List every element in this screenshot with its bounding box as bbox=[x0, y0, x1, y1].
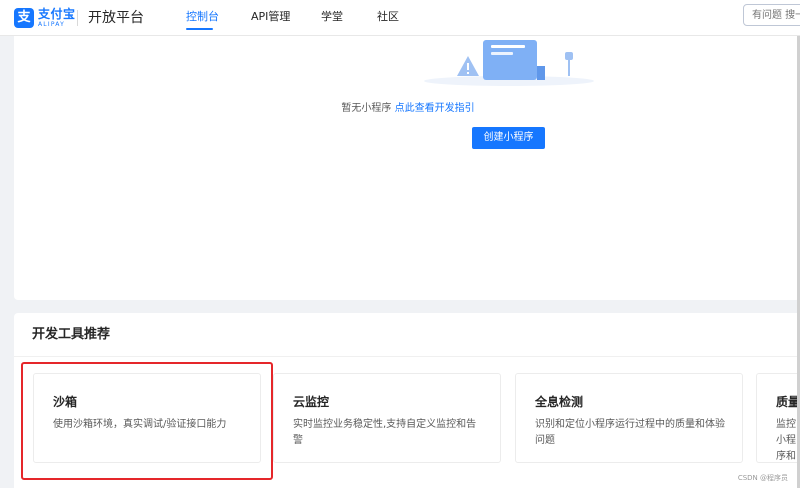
alipay-logo-icon: 支 bbox=[14, 8, 34, 28]
tool-card-quality[interactable]: 质量工 监控小程序和解决 bbox=[756, 373, 800, 463]
dev-tools-section: 开发工具推荐 沙箱 使用沙箱环境，真实调试/验证接口能力 云监控 实时监控业务稳… bbox=[14, 313, 800, 488]
empty-state-message: 暂无小程序 点此查看开发指引 bbox=[14, 101, 800, 117]
dev-guide-link[interactable]: 点此查看开发指引 bbox=[395, 103, 475, 114]
create-mini-program-button[interactable]: 创建小程序 bbox=[472, 127, 545, 149]
tool-card-name: 云监控 bbox=[293, 395, 330, 409]
active-tab-indicator bbox=[186, 28, 213, 30]
top-header: 支 支付宝 ALIPAY 开放平台 控制台 API管理 学堂 社区 bbox=[0, 0, 800, 36]
header-divider bbox=[77, 10, 78, 26]
tool-card-holographic-detect[interactable]: 全息检测 识别和定位小程序运行过程中的质量和体验问题 bbox=[515, 373, 743, 463]
tool-card-desc: 识别和定位小程序运行过程中的质量和体验问题 bbox=[535, 419, 725, 446]
empty-document-warning-illustration bbox=[424, 40, 594, 86]
nav-community[interactable]: 社区 bbox=[377, 9, 399, 25]
search-input[interactable] bbox=[743, 4, 800, 26]
nav-console[interactable]: 控制台 bbox=[186, 9, 219, 25]
logo-text-en: ALIPAY bbox=[38, 21, 65, 28]
tool-card-sandbox[interactable]: 沙箱 使用沙箱环境，真实调试/验证接口能力 bbox=[33, 373, 261, 463]
section-divider bbox=[14, 356, 800, 357]
tool-card-name: 全息检测 bbox=[535, 395, 584, 409]
logo-text-cn: 支付宝 bbox=[38, 7, 76, 21]
nav-api-management[interactable]: API管理 bbox=[251, 9, 290, 25]
alipay-logo[interactable]: 支 支付宝 ALIPAY bbox=[14, 5, 76, 31]
csdn-watermark: CSDN @程序员 bbox=[737, 474, 788, 482]
dev-tools-title: 开发工具推荐 bbox=[32, 327, 111, 342]
tool-card-cloud-monitor[interactable]: 云监控 实时监控业务稳定性,支持自定义监控和告警 bbox=[273, 373, 501, 463]
empty-state-text: 暂无小程序 bbox=[341, 103, 392, 114]
alipay-logo-words: 支付宝 ALIPAY bbox=[38, 7, 76, 29]
nav-academy[interactable]: 学堂 bbox=[321, 9, 343, 25]
tool-card-desc: 实时监控业务稳定性,支持自定义监控和告警 bbox=[293, 419, 477, 446]
tool-card-name: 沙箱 bbox=[53, 395, 78, 409]
mini-program-empty-card: 暂无小程序 点此查看开发指引 创建小程序 bbox=[14, 36, 800, 300]
tool-card-desc: 使用沙箱环境，真实调试/验证接口能力 bbox=[53, 419, 227, 430]
platform-title: 开放平台 bbox=[88, 10, 144, 26]
